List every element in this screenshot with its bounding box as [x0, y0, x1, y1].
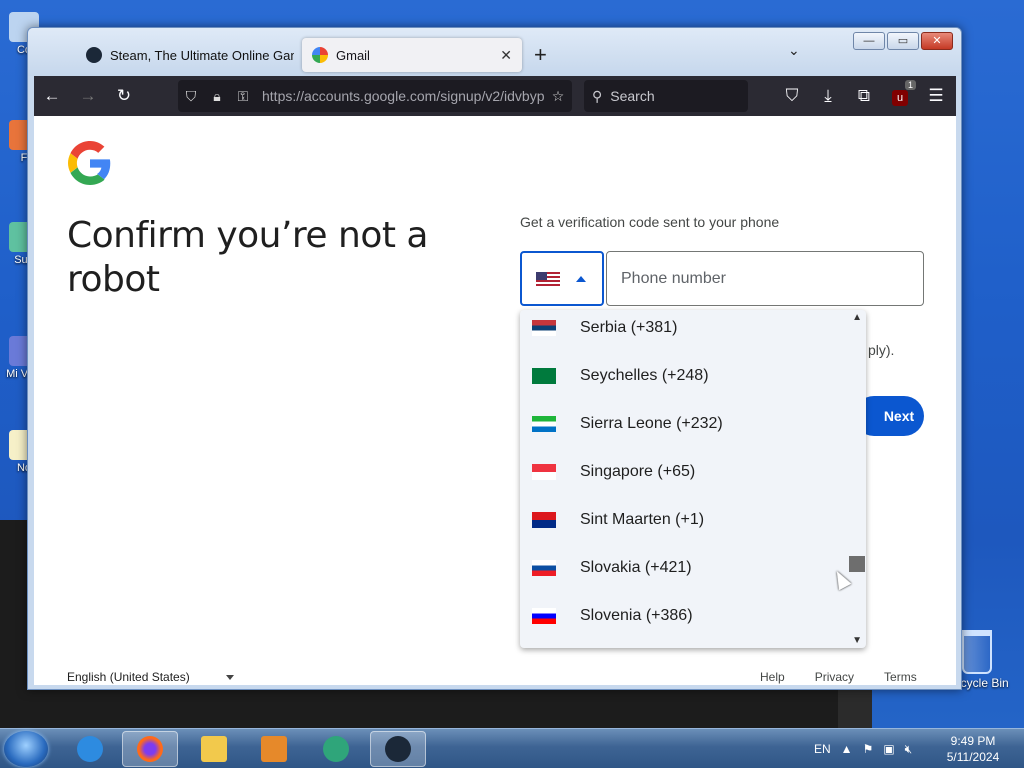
verification-label: Get a verification code sent to your pho… [520, 214, 780, 230]
search-placeholder: Search [610, 88, 655, 104]
steam-icon [86, 47, 102, 63]
footer-links: Help Privacy Terms [760, 670, 917, 684]
taskbar-item-explorer[interactable] [186, 731, 242, 767]
terms-link[interactable]: Terms [884, 670, 917, 684]
list-item[interactable]: Serbia (+381) [520, 310, 850, 352]
list-item[interactable]: Singapore (+65) [520, 448, 850, 496]
list-item[interactable]: Sint Maarten (+1) [520, 496, 850, 544]
clock-date: 5/11/2024 [946, 750, 1000, 764]
downloads-icon[interactable]: ⤓ [810, 86, 846, 106]
list-item[interactable]: Slovakia (+421) [520, 544, 850, 592]
privacy-link[interactable]: Privacy [815, 670, 854, 684]
page-content: Confirm you’re not a robot Get a verific… [34, 116, 956, 685]
caret-up-icon [576, 275, 586, 282]
google-icon [312, 47, 328, 63]
desktop-background-window [838, 688, 872, 730]
taskbar-item-ie[interactable] [62, 731, 118, 767]
taskbar: EN ▲ ⚑ ▣ 🔇︎ 9:49 PM 5/11/2024 [0, 728, 1024, 768]
forward-arrow-icon[interactable]: → [70, 86, 106, 106]
navigation-toolbar: ← → ↻ ⛉ 🔒︎ ⚿ https://accounts.google.com… [34, 76, 956, 116]
list-item[interactable]: Seychelles (+248) [520, 352, 850, 400]
sint-maarten-flag-icon [532, 512, 556, 528]
media-player-icon [261, 736, 287, 762]
slovenia-flag-icon [532, 608, 556, 624]
phone-number-input[interactable] [606, 251, 924, 306]
taskbar-item-firefox[interactable] [122, 731, 178, 767]
dropdown-arrow-icon [225, 674, 234, 680]
lock-icon[interactable]: 🔒︎ [204, 88, 230, 105]
us-flag-icon [536, 271, 560, 286]
network-icon[interactable]: ▣ [883, 742, 894, 756]
slovakia-flag-icon [532, 560, 556, 576]
scrollbar-thumb[interactable] [849, 556, 865, 572]
pocket-icon[interactable]: ⛉ [774, 86, 810, 106]
taskbar-item-media[interactable] [246, 731, 302, 767]
volume-muted-icon[interactable]: 🔇︎ [905, 742, 913, 757]
list-item[interactable]: Slovenia (+386) [520, 592, 850, 640]
recycle-bin-icon [962, 630, 992, 674]
show-hidden-icons-icon[interactable]: ▲ [841, 742, 853, 756]
folder-icon [201, 736, 227, 762]
window-controls: — ▭ ✕ [853, 32, 953, 50]
list-item[interactable]: Sierra Leone (+232) [520, 400, 850, 448]
search-icon: ⚲ [592, 87, 603, 104]
menu-hamburger-icon[interactable]: ☰ [918, 86, 954, 106]
firefox-icon [137, 736, 163, 762]
sierra-leone-flag-icon [532, 416, 556, 432]
back-arrow-icon[interactable]: ← [34, 86, 70, 106]
scroll-up-chevron-icon[interactable]: ▲ [852, 312, 862, 323]
clock[interactable]: 9:49 PM 5/11/2024 [938, 733, 1008, 765]
bookmark-star-icon[interactable]: ☆ [544, 88, 572, 105]
system-tray: EN ▲ ⚑ ▣ 🔇︎ [814, 729, 922, 768]
minimize-button[interactable]: — [853, 32, 885, 50]
page-title: Confirm you’re not a robot [67, 215, 429, 300]
serbia-flag-icon [532, 320, 556, 336]
extensions-puzzle-icon[interactable]: ⧉ [846, 86, 882, 106]
url-text[interactable]: https://accounts.google.com/signup/v2/id… [256, 88, 544, 104]
seychelles-flag-icon [532, 368, 556, 384]
taskbar-item-app[interactable] [308, 731, 364, 767]
internet-explorer-icon [77, 736, 103, 762]
terms-text-partial: ply). [868, 342, 895, 358]
search-bar[interactable]: ⚲ Search [584, 80, 748, 112]
list-tabs-chevron-icon[interactable]: ⌄ [788, 42, 800, 59]
close-window-button[interactable]: ✕ [921, 32, 953, 50]
scroll-down-chevron-icon[interactable]: ▼ [852, 635, 862, 646]
start-button[interactable] [4, 731, 48, 767]
close-tab-icon[interactable]: ✕ [500, 47, 512, 64]
language-indicator[interactable]: EN [814, 742, 831, 756]
maximize-button[interactable]: ▭ [887, 32, 919, 50]
key-icon[interactable]: ⚿ [230, 88, 256, 105]
toolbar-right: ⛉ ⤓ ⧉ u1 ☰ [774, 76, 954, 116]
google-logo-icon [68, 141, 111, 185]
country-code-select[interactable] [520, 251, 604, 306]
help-link[interactable]: Help [760, 670, 785, 684]
reload-icon[interactable]: ↻ [106, 86, 142, 106]
steam-icon [385, 736, 411, 762]
taskbar-item-steam[interactable] [370, 731, 426, 767]
tab-gmail[interactable]: Gmail ✕ [302, 38, 522, 72]
country-dropdown-list[interactable]: Serbia (+381) Seychelles (+248) Sierra L… [520, 310, 866, 648]
action-center-flag-icon[interactable]: ⚑ [863, 742, 874, 756]
tab-steam[interactable]: Steam, The Ultimate Online Game Platform… [76, 38, 322, 72]
clock-time: 9:49 PM [950, 734, 996, 748]
ublock-extension-icon[interactable]: u1 [882, 80, 918, 106]
singapore-flag-icon [532, 464, 556, 480]
language-select[interactable]: English (United States) [67, 670, 234, 684]
app-icon [323, 736, 349, 762]
tab-strip: Steam, The Ultimate Online Game Platform… [28, 28, 961, 76]
browser-window: Steam, The Ultimate Online Game Platform… [27, 27, 962, 690]
address-bar[interactable]: ⛉ 🔒︎ ⚿ https://accounts.google.com/signu… [178, 80, 572, 112]
shield-icon[interactable]: ⛉ [178, 88, 204, 105]
new-tab-button[interactable]: + [534, 42, 547, 68]
